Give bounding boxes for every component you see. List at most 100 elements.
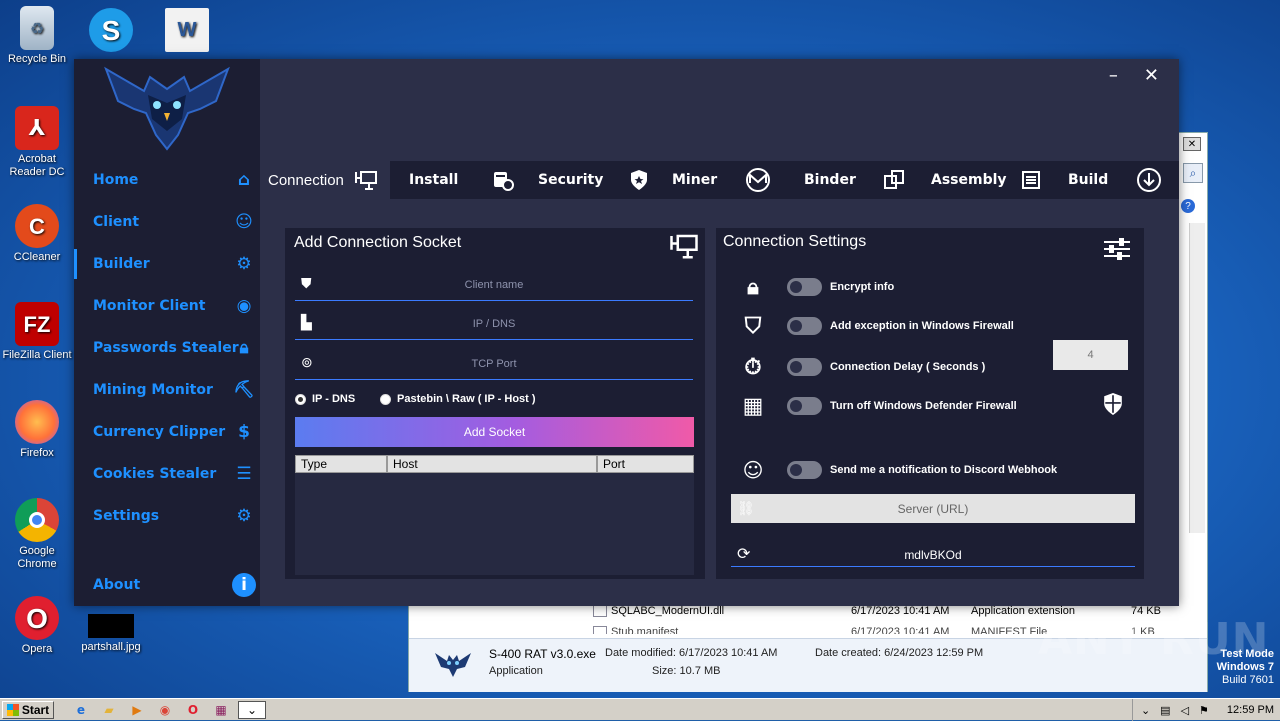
client-name-placeholder: Client name	[464, 279, 524, 291]
tab-assembly[interactable]: Assembly	[931, 161, 1051, 199]
refresh-icon[interactable]: ⟳	[737, 543, 750, 567]
desktop-icon-acrobat[interactable]: ⅄ Acrobat Reader DC	[0, 106, 74, 179]
clock[interactable]: 12:59 PM	[1227, 704, 1274, 716]
explorer-scrollbar[interactable]	[1189, 223, 1205, 533]
sidebar-item-client[interactable]: Client ☺	[74, 207, 260, 237]
close-icon[interactable]: ✕	[1183, 137, 1201, 151]
discord-label: Send me a notification to Discord Webhoo…	[830, 464, 1058, 476]
word-doc-icon: W	[165, 8, 209, 52]
sidebar-item-settings[interactable]: Settings ⚙	[74, 501, 260, 531]
firewall-exception-toggle[interactable]	[787, 317, 822, 335]
delay-toggle[interactable]	[787, 358, 822, 376]
tab-security[interactable]: Security	[538, 161, 648, 199]
close-button[interactable]: ✕	[1144, 65, 1159, 86]
window-controls: – ✕	[1109, 65, 1159, 86]
stopwatch-icon: ⏱︎	[744, 354, 762, 380]
desktop-icon-chrome[interactable]: Google Chrome	[0, 498, 74, 571]
media-player-icon[interactable]: ▶	[126, 701, 148, 719]
help-icon[interactable]: ?	[1181, 199, 1195, 213]
ccleaner-icon: C	[15, 204, 59, 248]
client-name-field[interactable]: ⛊ Client name	[295, 269, 693, 301]
desktop-icon-ccleaner[interactable]: C CCleaner	[0, 204, 74, 264]
add-socket-button[interactable]: Add Socket	[295, 417, 694, 447]
search-icon[interactable]: ⌕	[1183, 163, 1203, 183]
tab-install[interactable]: Install	[409, 161, 519, 199]
firewall-icon: ▦	[742, 393, 764, 419]
desktop-icon-label: Google Chrome	[17, 545, 57, 570]
tab-label: Build	[1068, 172, 1109, 188]
image-file-icon	[88, 614, 134, 638]
defender-toggle[interactable]	[787, 397, 822, 415]
desktop-icon-opera[interactable]: O Opera	[0, 596, 74, 656]
file-date: 6/17/2023 10:41 AM	[851, 605, 950, 617]
desktop-icon-label: Acrobat Reader DC	[9, 153, 65, 178]
rat-builder-window: Home ⌂ Client ☺ Builder ⚙ Monitor Client ◉ Passw…	[74, 59, 1179, 606]
tab-connection[interactable]: Connection	[260, 161, 390, 199]
winrar-icon[interactable]: ▦	[210, 701, 232, 719]
minimize-button[interactable]: –	[1109, 65, 1118, 86]
start-button[interactable]: Start	[2, 700, 54, 719]
sidebar-item-mining-monitor[interactable]: Mining Monitor ⛏	[74, 375, 260, 405]
tcp-port-field[interactable]: ⊚ TCP Port	[295, 348, 693, 380]
column-type[interactable]: Type	[295, 455, 387, 473]
ip-dns-placeholder: IP / DNS	[472, 318, 516, 330]
details-size: Size: 10.7 MB	[652, 665, 721, 677]
encrypt-toggle[interactable]	[787, 278, 822, 296]
active-app-taskbar-icon[interactable]: ⌄	[238, 700, 266, 719]
tray-expand-icon[interactable]: ⌄	[1141, 704, 1150, 717]
setting-delay: ⏱︎ Connection Delay ( Seconds )	[736, 352, 985, 382]
mutex-field[interactable]: ⟳ mdlvBKOd	[731, 543, 1135, 567]
network-icon[interactable]: ▤	[1160, 704, 1170, 717]
sidebar-item-builder[interactable]: Builder ⚙	[74, 249, 260, 279]
desktop-icon-label: CCleaner	[13, 251, 61, 263]
server-url-input[interactable]: ⛓ Server (URL)	[731, 494, 1135, 523]
tab-label: Connection	[268, 171, 344, 189]
radio-pastebin[interactable]: Pastebin \ Raw ( IP - Host )	[380, 393, 536, 405]
volume-icon[interactable]: ◁	[1181, 704, 1189, 717]
desktop-icon-word-doc[interactable]: W	[150, 8, 224, 55]
sidebar-item-label: Home	[93, 172, 139, 188]
desktop-icon-skype[interactable]: S	[74, 8, 148, 55]
tab-build[interactable]: Build	[1068, 161, 1178, 199]
flag-icon[interactable]: ⚑	[1199, 704, 1209, 717]
socket-table[interactable]: Type Host Port	[295, 455, 694, 575]
sidebar-item-passwords-stealer[interactable]: Passwords Stealer 🔒︎	[74, 333, 260, 363]
chrome-taskbar-icon[interactable]: ◉	[154, 701, 176, 719]
discord-toggle[interactable]	[787, 461, 822, 479]
radio-label: Pastebin \ Raw ( IP - Host )	[397, 393, 536, 405]
desktop-icon-firefox[interactable]: Firefox	[0, 400, 74, 460]
delay-input[interactable]: 4	[1053, 340, 1128, 370]
column-port[interactable]: Port	[597, 455, 694, 473]
info-icon: i	[232, 573, 256, 597]
ie-icon[interactable]: e	[70, 701, 92, 719]
ip-dns-field[interactable]: ▙ IP / DNS	[295, 308, 693, 340]
tab-binder[interactable]: Binder	[804, 161, 914, 199]
defender-shield-icon	[1104, 393, 1122, 415]
test-mode-line2: Windows 7	[1216, 661, 1274, 673]
details-created-label: Date created:	[815, 647, 882, 659]
details-size-value: 10.7 MB	[679, 665, 721, 677]
sidebar-item-cookies-stealer[interactable]: Cookies Stealer ☰	[74, 459, 260, 489]
desktop-icon-filezilla[interactable]: FZ FileZilla Client	[0, 302, 74, 362]
file-icon	[593, 626, 607, 634]
opera-taskbar-icon[interactable]: O	[182, 701, 204, 719]
desktop-icon-recycle-bin[interactable]: ♻ Recycle Bin	[0, 6, 74, 66]
desktop-icon-label: Opera	[21, 643, 53, 655]
builder-tab-bar: Connection Install Security Miner Binder…	[260, 161, 1179, 199]
sidebar-item-home[interactable]: Home ⌂	[74, 165, 260, 195]
tab-miner[interactable]: Miner	[672, 161, 782, 199]
monitor-plug-icon	[670, 234, 698, 259]
sidebar-item-currency-clipper[interactable]: Currency Clipper $	[74, 417, 260, 447]
folder-icon[interactable]: ▰	[98, 701, 120, 719]
desktop-icon-partshall[interactable]: partshall.jpg	[74, 614, 148, 654]
sidebar-item-label: Cookies Stealer	[93, 466, 217, 482]
sidebar-item-monitor-client[interactable]: Monitor Client ◉	[74, 291, 260, 321]
desktop-icon-label: FileZilla Client	[2, 349, 72, 361]
user-gear-icon: ⚙	[236, 506, 252, 526]
sidebar-item-about[interactable]: About i	[74, 570, 260, 600]
details-modified: Date modified: 6/17/2023 10:41 AM	[605, 647, 777, 659]
list-gear-icon: ☰	[236, 464, 252, 484]
column-host[interactable]: Host	[387, 455, 597, 473]
radio-ip-dns[interactable]: IP - DNS	[295, 393, 355, 405]
delay-label: Connection Delay ( Seconds )	[830, 361, 986, 373]
